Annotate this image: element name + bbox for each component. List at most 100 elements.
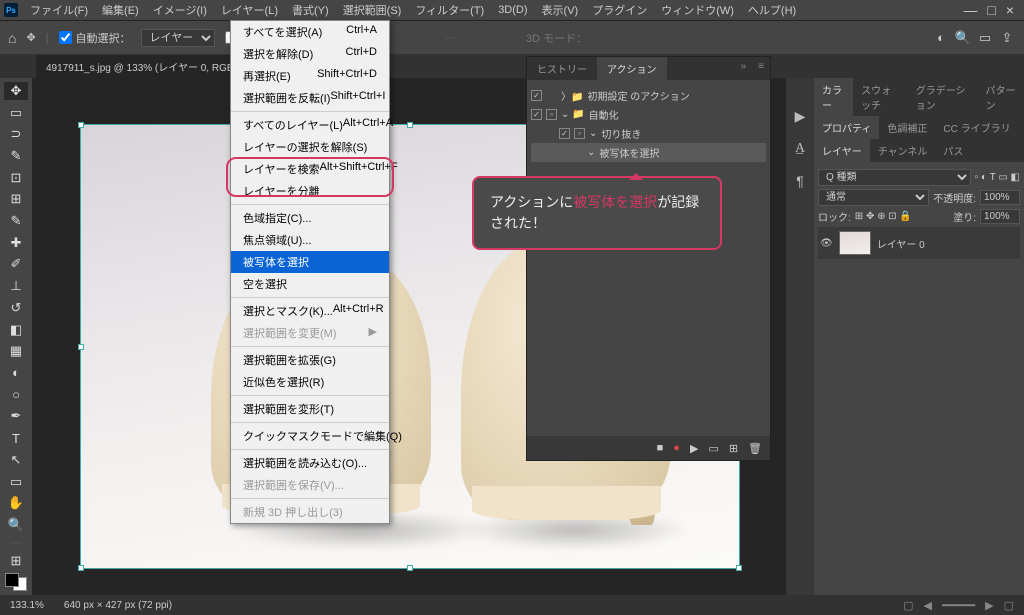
tab-cclib[interactable]: CC ライブラリ: [935, 116, 1018, 139]
layer-item-0[interactable]: 👁 レイヤー 0: [818, 227, 1020, 259]
menu-select-sky[interactable]: 空を選択: [231, 273, 389, 295]
menu-select-all[interactable]: すべてを選択(A)Ctrl+A: [231, 21, 389, 43]
play-icon[interactable]: ▶: [795, 108, 806, 125]
opacity-input[interactable]: [980, 190, 1020, 205]
tab-pattern[interactable]: パターン: [978, 78, 1024, 116]
text-tool[interactable]: T: [4, 429, 28, 447]
menu-transform-selection[interactable]: 選択範囲を変形(T): [231, 398, 389, 420]
action-set-default[interactable]: ✓〉📁 初期設定 のアクション: [531, 86, 766, 105]
eyedropper-tool[interactable]: ✎: [4, 212, 28, 230]
close-icon[interactable]: ×: [1006, 2, 1014, 18]
edit-toolbar[interactable]: ⊞: [4, 552, 28, 570]
menu-help[interactable]: ヘルプ(H): [742, 0, 802, 20]
record-icon[interactable]: ●: [673, 442, 680, 454]
tab-layers[interactable]: レイヤー: [814, 139, 870, 162]
search-icon[interactable]: 🔍: [954, 29, 972, 47]
blend-mode-dropdown[interactable]: 通常: [818, 189, 929, 206]
tab-color[interactable]: カラー: [814, 78, 853, 116]
marquee-tool[interactable]: ▭: [4, 104, 28, 122]
action-step-subject[interactable]: ⌄ 被写体を選択: [531, 143, 766, 162]
stamp-tool[interactable]: ⊥: [4, 277, 28, 295]
menu-find-layers[interactable]: レイヤーを検索Alt+Shift+Ctrl+F: [231, 158, 389, 180]
zoom-tool[interactable]: 🔍: [4, 516, 28, 534]
panel-menu-icon[interactable]: ≡: [752, 57, 770, 80]
user-icon[interactable]: ◐: [932, 29, 950, 47]
tab-history[interactable]: ヒストリー: [527, 57, 597, 80]
action-crop[interactable]: ✓▫⌄ 切り抜き: [531, 124, 766, 143]
menu-file[interactable]: ファイル(F): [24, 0, 94, 20]
eraser-tool[interactable]: ◧: [4, 321, 28, 339]
collapse-icon[interactable]: »: [735, 57, 753, 80]
tab-gradient[interactable]: グラデーション: [908, 78, 978, 116]
menu-all-layers[interactable]: すべてのレイヤー(L)Alt+Ctrl+A: [231, 114, 389, 136]
play-action-icon[interactable]: ▶: [690, 442, 698, 455]
text-panel-icon[interactable]: A̲: [795, 141, 805, 157]
menu-view[interactable]: 表示(V): [536, 0, 585, 20]
delete-action-icon[interactable]: 🗑: [748, 442, 762, 455]
tab-swatch[interactable]: スウォッチ: [853, 78, 908, 116]
tab-properties[interactable]: プロパティ: [814, 116, 879, 139]
color-swatches[interactable]: [5, 573, 27, 591]
visibility-icon[interactable]: 👁: [820, 238, 833, 249]
menu-deselect-layers[interactable]: レイヤーの選択を解除(S): [231, 136, 389, 158]
new-action-icon[interactable]: ⊞: [729, 442, 738, 455]
path-tool[interactable]: ↖: [4, 451, 28, 469]
action-set-auto[interactable]: ✓▫⌄ 📁 自動化: [531, 105, 766, 124]
menu-modify[interactable]: 選択範囲を変更(M)▶: [231, 322, 389, 344]
menu-window[interactable]: ウィンドウ(W): [655, 0, 740, 20]
menu-deselect[interactable]: 選択を解除(D)Ctrl+D: [231, 43, 389, 65]
menu-3d[interactable]: 3D(D): [492, 2, 533, 18]
paragraph-panel-icon[interactable]: ¶: [796, 173, 804, 189]
menu-layer[interactable]: レイヤー(L): [215, 0, 284, 20]
shape-tool[interactable]: ▭: [4, 473, 28, 491]
menu-grow[interactable]: 選択範囲を拡張(G): [231, 349, 389, 371]
lasso-tool[interactable]: ⊃: [4, 125, 28, 143]
auto-select-checkbox[interactable]: 自動選択：: [59, 30, 131, 46]
heal-tool[interactable]: ✚: [4, 234, 28, 252]
share-icon[interactable]: ⇪: [998, 29, 1016, 47]
layer-kind-filter[interactable]: Q 種類: [818, 169, 971, 186]
menu-image[interactable]: イメージ(I): [147, 0, 213, 20]
dodge-tool[interactable]: ○: [4, 386, 28, 404]
tab-adjustments[interactable]: 色調補正: [879, 116, 935, 139]
maximize-icon[interactable]: □: [987, 2, 995, 18]
menu-similar[interactable]: 近似色を選択(R): [231, 371, 389, 393]
menu-reselect[interactable]: 再選択(E)Shift+Ctrl+D: [231, 65, 389, 87]
tab-paths[interactable]: パス: [935, 139, 971, 162]
gradient-tool[interactable]: ▦: [4, 342, 28, 360]
history-brush-tool[interactable]: ↺: [4, 299, 28, 317]
menu-focus-area[interactable]: 焦点領域(U)...: [231, 229, 389, 251]
menu-isolate[interactable]: レイヤーを分離: [231, 180, 389, 202]
hand-tool[interactable]: ✋: [4, 494, 28, 512]
move-tool-icon[interactable]: ✥: [26, 31, 35, 44]
menu-select-and-mask[interactable]: 選択とマスク(K)...Alt+Ctrl+R: [231, 300, 389, 322]
menu-filter[interactable]: フィルター(T): [409, 0, 490, 20]
menu-edit[interactable]: 編集(E): [96, 0, 145, 20]
menu-load-selection[interactable]: 選択範囲を読み込む(O)...: [231, 452, 389, 474]
auto-select-dropdown[interactable]: レイヤー: [141, 29, 215, 47]
workspace-icon[interactable]: ▭: [976, 29, 994, 47]
tab-actions[interactable]: アクション: [597, 57, 667, 80]
menu-select[interactable]: 選択範囲(S): [337, 0, 408, 20]
brush-tool[interactable]: ✐: [4, 256, 28, 274]
menu-inverse[interactable]: 選択範囲を反転(I)Shift+Ctrl+I: [231, 87, 389, 109]
menu-plugins[interactable]: プラグイン: [586, 0, 653, 20]
stop-icon[interactable]: ■: [657, 442, 664, 454]
home-icon[interactable]: ⌂: [8, 30, 16, 46]
frame-tool[interactable]: ⊞: [4, 191, 28, 209]
pen-tool[interactable]: ✒: [4, 408, 28, 426]
tab-channels[interactable]: チャンネル: [870, 139, 936, 162]
menu-color-range[interactable]: 色域指定(C)...: [231, 207, 389, 229]
minimize-icon[interactable]: —: [963, 2, 977, 18]
menu-quick-mask[interactable]: クイックマスクモードで編集(Q): [231, 425, 389, 447]
menu-save-selection[interactable]: 選択範囲を保存(V)...: [231, 474, 389, 496]
fill-input[interactable]: [980, 209, 1020, 224]
move-tool[interactable]: ✥: [4, 82, 28, 100]
menu-type[interactable]: 書式(Y): [286, 0, 335, 20]
selection-tool[interactable]: ✎: [4, 147, 28, 165]
crop-tool[interactable]: ⊡: [4, 169, 28, 187]
new-set-icon[interactable]: ▭: [708, 442, 718, 455]
blur-tool[interactable]: ◐: [4, 364, 28, 382]
menu-new-3d[interactable]: 新規 3D 押し出し(3): [231, 501, 389, 523]
menu-select-subject[interactable]: 被写体を選択: [231, 251, 389, 273]
